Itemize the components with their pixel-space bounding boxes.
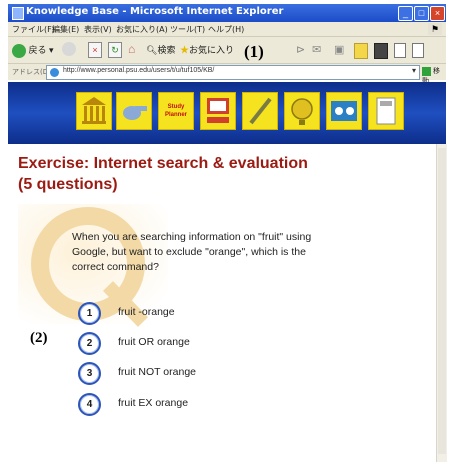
document-icon[interactable]	[394, 43, 406, 58]
favorites-star-icon: ★	[180, 45, 190, 55]
messenger-icon[interactable]	[374, 43, 388, 59]
annotation-label-2: (2)	[30, 330, 48, 346]
globe-icon[interactable]	[284, 92, 320, 130]
library-icon[interactable]	[76, 92, 112, 130]
study-planner-label: Study Planner	[164, 104, 187, 118]
address-bar: アドレス(D) http://www.personal.psu.edu/user…	[8, 64, 446, 85]
pen-icon[interactable]	[242, 92, 278, 130]
window-title: Knowledge Base - Microsoft Internet Expl…	[26, 6, 284, 17]
option-1-number[interactable]: 1	[78, 302, 101, 325]
whistle-icon[interactable]	[116, 92, 152, 130]
search-button[interactable]: 🔍︎検索	[146, 42, 175, 58]
address-input[interactable]: http://www.personal.psu.edu/users/t/u/tu…	[46, 65, 420, 80]
address-dropdown-icon[interactable]: ▾	[412, 66, 416, 75]
forward-button[interactable]	[62, 42, 76, 56]
menu-bar: ファイル(F) 編集(E) 表示(V) お気に入り(A) ツール(T) ヘルプ(…	[8, 22, 446, 37]
home-icon[interactable]: ⌂	[128, 42, 135, 56]
feedback-icon[interactable]	[326, 92, 362, 130]
calculator-icon[interactable]	[368, 92, 404, 130]
go-arrow-icon	[422, 66, 431, 76]
question-text: When you are searching information on "f…	[72, 231, 312, 273]
favorites-label: お気に入り	[189, 45, 235, 55]
annotation-label-1: (1)	[244, 42, 264, 61]
menu-view[interactable]: 表示(V)	[84, 24, 112, 35]
back-button[interactable]: 戻る ▾	[12, 42, 54, 58]
page-icon[interactable]	[412, 43, 424, 58]
minimize-button[interactable]: _	[398, 6, 413, 21]
menu-help[interactable]: ヘルプ(H)	[208, 24, 244, 35]
exercise-subtitle: (5 questions)	[18, 176, 118, 193]
search-icon: 🔍︎	[146, 45, 158, 55]
back-arrow-icon	[12, 43, 26, 58]
windows-logo-icon: ⚑	[428, 23, 442, 35]
option-1-text[interactable]: fruit -orange	[118, 306, 175, 318]
folder-icon[interactable]	[354, 43, 368, 59]
go-button[interactable]: 移動	[422, 66, 444, 85]
menu-tools[interactable]: ツール(T)	[170, 24, 205, 35]
mail-icon[interactable]: ✉	[312, 43, 321, 56]
toolbar: 戻る ▾ × ↻ ⌂ 🔍︎検索 ★お気に入り ⊳ ✉ ▣	[8, 37, 446, 64]
option-2-text[interactable]: fruit OR orange	[118, 336, 190, 348]
option-3-number[interactable]: 3	[78, 362, 101, 385]
exercise-title: Exercise: Internet search & evaluation	[18, 155, 308, 172]
menu-edit[interactable]: 編集(E)	[52, 24, 79, 35]
vertical-scrollbar[interactable]	[436, 144, 447, 462]
menu-file[interactable]: ファイル(F)	[12, 24, 55, 35]
favorites-button[interactable]: ★お気に入り	[180, 42, 234, 58]
ie-app-icon	[12, 7, 24, 20]
option-3-text[interactable]: fruit NOT orange	[118, 366, 196, 378]
maximize-button[interactable]: □	[414, 6, 429, 21]
stop-icon[interactable]: ×	[88, 42, 102, 58]
option-4-number[interactable]: 4	[78, 393, 101, 416]
menu-favorites[interactable]: お気に入り(A)	[116, 24, 168, 35]
print-icon[interactable]: ▣	[334, 43, 344, 56]
address-url: http://www.personal.psu.edu/users/t/u/tu…	[63, 67, 215, 74]
computer-icon[interactable]	[200, 92, 236, 130]
search-label: 検索	[157, 45, 176, 55]
title-bar: Knowledge Base - Microsoft Internet Expl…	[8, 4, 446, 22]
ie-page-icon	[50, 68, 59, 77]
study-planner-icon[interactable]: Study Planner	[158, 92, 194, 130]
refresh-icon[interactable]: ↻	[108, 42, 122, 58]
history-icon[interactable]: ⊳	[296, 43, 305, 56]
close-button[interactable]: ×	[430, 6, 445, 21]
site-banner: Study Planner	[8, 82, 446, 144]
option-2-number[interactable]: 2	[78, 332, 101, 355]
back-label: 戻る	[28, 45, 47, 55]
option-4-text[interactable]: fruit EX orange	[118, 397, 188, 409]
scrollbar-thumb[interactable]	[438, 148, 446, 454]
